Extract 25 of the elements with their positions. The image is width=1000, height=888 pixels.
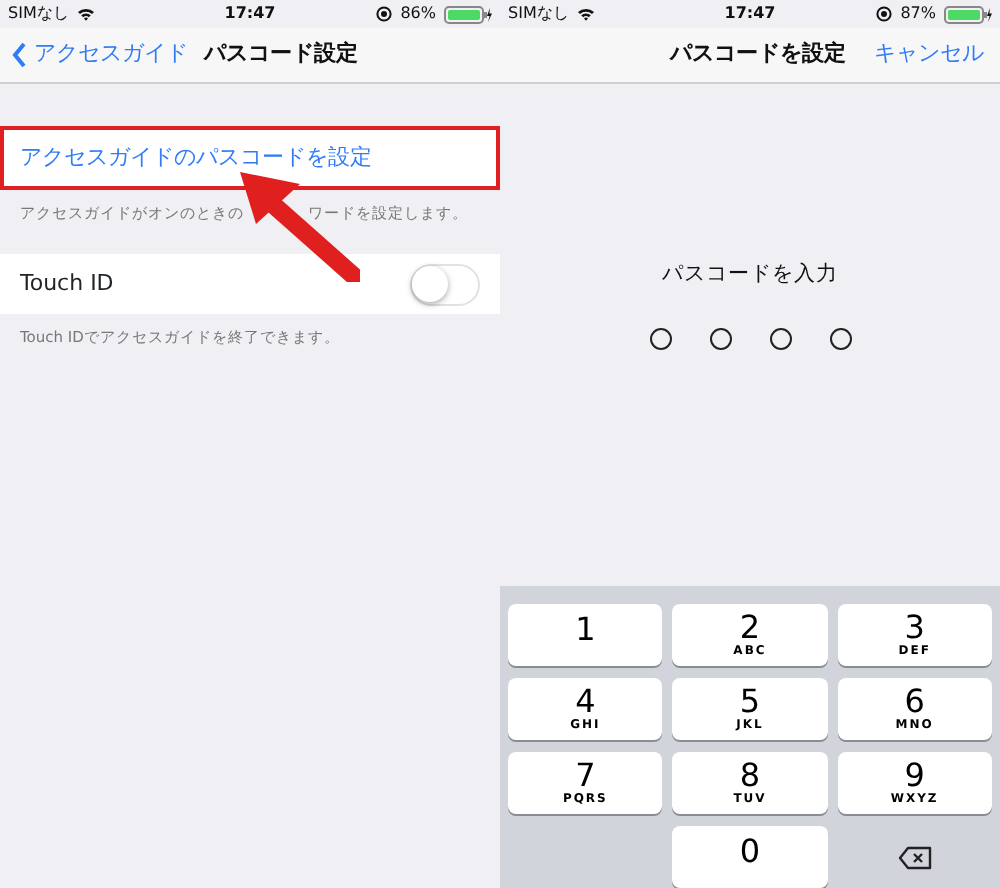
touch-id-toggle[interactable]	[410, 263, 480, 306]
time-text: 17:47	[222, 2, 278, 26]
keypad-key[interactable]: 0	[672, 826, 828, 888]
battery-percent: 86%	[400, 2, 436, 26]
touch-id-label: Touch ID	[20, 268, 114, 300]
battery-icon	[944, 5, 992, 23]
back-button[interactable]: アクセスガイド	[12, 38, 188, 72]
keypad-key[interactable]: 1	[508, 604, 663, 666]
prompt-text: パスコードを入力	[660, 260, 840, 290]
battery-icon	[444, 5, 492, 23]
delete-icon	[897, 845, 932, 869]
nav-title: パスコード設定	[204, 38, 358, 71]
battery-percent: 87%	[900, 2, 936, 26]
time-text: 17:47	[722, 2, 778, 26]
back-chevron-icon	[12, 42, 26, 68]
set-passcode-row[interactable]: アクセスガイドのパスコードを設定	[0, 126, 500, 190]
carrier-text: SIMなし	[508, 2, 569, 26]
carrier-text: SIMなし	[8, 2, 69, 26]
cancel-button[interactable]: キャンセル	[874, 38, 984, 72]
orientation-lock-icon	[376, 6, 393, 22]
wifi-icon	[76, 6, 97, 22]
nav-title: パスコードを設定	[670, 38, 846, 71]
wifi-icon	[576, 6, 597, 22]
orientation-lock-icon	[876, 6, 893, 22]
arrow-pointer	[240, 172, 360, 282]
